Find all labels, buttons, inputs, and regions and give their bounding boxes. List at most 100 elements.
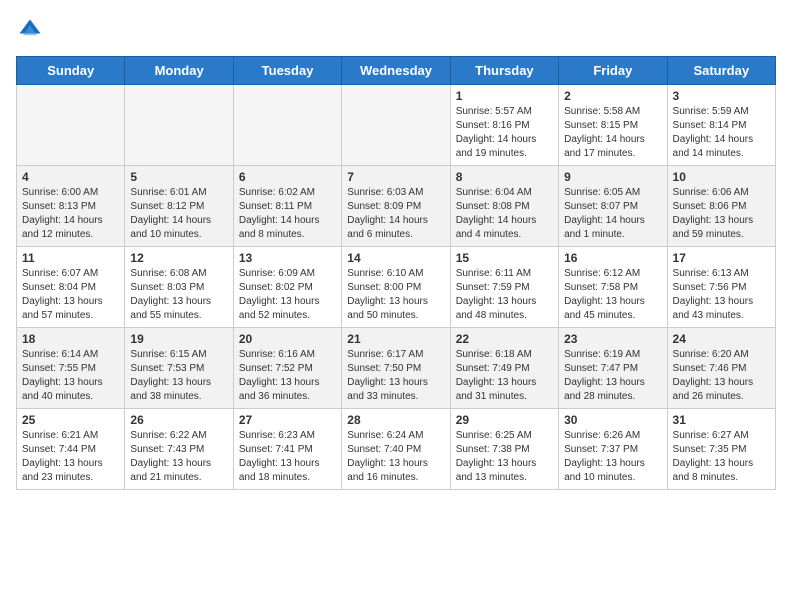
day-info: Sunrise: 5:59 AM Sunset: 8:14 PM Dayligh… (673, 105, 770, 161)
day-info: Sunrise: 6:08 AM Sunset: 8:03 PM Dayligh… (130, 267, 227, 323)
day-number: 20 (239, 332, 336, 346)
calendar-week-row: 25Sunrise: 6:21 AM Sunset: 7:44 PM Dayli… (17, 409, 776, 490)
day-number: 22 (456, 332, 553, 346)
calendar-day-cell: 8Sunrise: 6:04 AM Sunset: 8:08 PM Daylig… (450, 166, 558, 247)
day-number: 6 (239, 170, 336, 184)
day-number: 14 (347, 251, 444, 265)
day-number: 21 (347, 332, 444, 346)
weekday-header: Sunday (17, 57, 125, 85)
day-number: 30 (564, 413, 661, 427)
calendar-day-cell: 20 Sunrise: 6:16 AM Sunset: 7:52 PM Dayli… (233, 328, 341, 409)
calendar-day-cell: 23Sunrise: 6:19 AM Sunset: 7:47 PM Dayli… (559, 328, 667, 409)
day-info: Sunrise: 6:00 AM Sunset: 8:13 PM Dayligh… (22, 186, 119, 242)
calendar-week-row: 1 Sunrise: 5:57 AM Sunset: 8:16 PM Daylig… (17, 85, 776, 166)
weekday-header: Tuesday (233, 57, 341, 85)
day-info: Sunrise: 6:23 AM Sunset: 7:41 PM Dayligh… (239, 429, 336, 485)
weekday-header: Saturday (667, 57, 775, 85)
day-number: 24 (673, 332, 770, 346)
day-number: 12 (130, 251, 227, 265)
calendar-day-cell: 31 Sunrise: 6:27 AM Sunset: 7:35 PM Dayli… (667, 409, 775, 490)
day-info: Sunrise: 6:21 AM Sunset: 7:44 PM Dayligh… (22, 429, 119, 485)
day-info: Sunrise: 6:06 AM Sunset: 8:06 PM Dayligh… (673, 186, 770, 242)
calendar-day-cell: 30 Sunrise: 6:26 AM Sunset: 7:37 PM Dayli… (559, 409, 667, 490)
day-info: Sunrise: 6:01 AM Sunset: 8:12 PM Dayligh… (130, 186, 227, 242)
calendar-day-cell: 5 Sunrise: 6:01 AM Sunset: 8:12 PM Daylig… (125, 166, 233, 247)
calendar-day-cell (125, 85, 233, 166)
day-info: Sunrise: 6:17 AM Sunset: 7:50 PM Dayligh… (347, 348, 444, 404)
page-header (16, 16, 776, 44)
calendar-day-cell: 11 Sunrise: 6:07 AM Sunset: 8:04 PM Dayli… (17, 247, 125, 328)
day-info: Sunrise: 6:12 AM Sunset: 7:58 PM Dayligh… (564, 267, 661, 323)
calendar-table: SundayMondayTuesdayWednesdayThursdayFrid… (16, 56, 776, 490)
day-number: 29 (456, 413, 553, 427)
day-number: 3 (673, 89, 770, 103)
calendar-day-cell: 6 Sunrise: 6:02 AM Sunset: 8:11 PM Daylig… (233, 166, 341, 247)
day-number: 26 (130, 413, 227, 427)
day-number: 28 (347, 413, 444, 427)
day-number: 11 (22, 251, 119, 265)
day-info: Sunrise: 6:13 AM Sunset: 7:56 PM Dayligh… (673, 267, 770, 323)
day-number: 16 (564, 251, 661, 265)
day-info: Sunrise: 6:09 AM Sunset: 8:02 PM Dayligh… (239, 267, 336, 323)
day-info: Sunrise: 6:20 AM Sunset: 7:46 PM Dayligh… (673, 348, 770, 404)
weekday-header: Thursday (450, 57, 558, 85)
day-info: Sunrise: 6:03 AM Sunset: 8:09 PM Dayligh… (347, 186, 444, 242)
day-info: Sunrise: 6:14 AM Sunset: 7:55 PM Dayligh… (22, 348, 119, 404)
calendar-day-cell: 19 Sunrise: 6:15 AM Sunset: 7:53 PM Dayli… (125, 328, 233, 409)
day-info: Sunrise: 6:10 AM Sunset: 8:00 PM Dayligh… (347, 267, 444, 323)
day-number: 19 (130, 332, 227, 346)
calendar-header: SundayMondayTuesdayWednesdayThursdayFrid… (17, 57, 776, 85)
calendar-day-cell: 27 Sunrise: 6:23 AM Sunset: 7:41 PM Dayli… (233, 409, 341, 490)
day-info: Sunrise: 6:26 AM Sunset: 7:37 PM Dayligh… (564, 429, 661, 485)
calendar-day-cell: 21 Sunrise: 6:17 AM Sunset: 7:50 PM Dayli… (342, 328, 450, 409)
calendar-day-cell: 17 Sunrise: 6:13 AM Sunset: 7:56 PM Dayli… (667, 247, 775, 328)
weekday-row: SundayMondayTuesdayWednesdayThursdayFrid… (17, 57, 776, 85)
day-info: Sunrise: 6:18 AM Sunset: 7:49 PM Dayligh… (456, 348, 553, 404)
day-number: 17 (673, 251, 770, 265)
day-info: Sunrise: 6:02 AM Sunset: 8:11 PM Dayligh… (239, 186, 336, 242)
day-number: 23 (564, 332, 661, 346)
day-info: Sunrise: 6:27 AM Sunset: 7:35 PM Dayligh… (673, 429, 770, 485)
calendar-day-cell: 1 Sunrise: 5:57 AM Sunset: 8:16 PM Daylig… (450, 85, 558, 166)
day-number: 15 (456, 251, 553, 265)
calendar-day-cell: 9Sunrise: 6:05 AM Sunset: 8:07 PM Daylig… (559, 166, 667, 247)
calendar-day-cell (342, 85, 450, 166)
day-info: Sunrise: 6:11 AM Sunset: 7:59 PM Dayligh… (456, 267, 553, 323)
day-info: Sunrise: 6:16 AM Sunset: 7:52 PM Dayligh… (239, 348, 336, 404)
calendar-day-cell: 7 Sunrise: 6:03 AM Sunset: 8:09 PM Daylig… (342, 166, 450, 247)
day-number: 7 (347, 170, 444, 184)
logo-icon (16, 16, 44, 44)
day-info: Sunrise: 6:05 AM Sunset: 8:07 PM Dayligh… (564, 186, 661, 242)
day-number: 18 (22, 332, 119, 346)
calendar-day-cell: 28 Sunrise: 6:24 AM Sunset: 7:40 PM Dayli… (342, 409, 450, 490)
calendar-day-cell: 24 Sunrise: 6:20 AM Sunset: 7:46 PM Dayli… (667, 328, 775, 409)
weekday-header: Friday (559, 57, 667, 85)
day-number: 1 (456, 89, 553, 103)
weekday-header: Wednesday (342, 57, 450, 85)
day-number: 8 (456, 170, 553, 184)
day-number: 31 (673, 413, 770, 427)
day-number: 5 (130, 170, 227, 184)
day-info: Sunrise: 5:57 AM Sunset: 8:16 PM Dayligh… (456, 105, 553, 161)
calendar-day-cell: 22 Sunrise: 6:18 AM Sunset: 7:49 PM Dayli… (450, 328, 558, 409)
day-number: 13 (239, 251, 336, 265)
day-number: 4 (22, 170, 119, 184)
calendar-day-cell: 18 Sunrise: 6:14 AM Sunset: 7:55 PM Dayli… (17, 328, 125, 409)
calendar-day-cell: 3 Sunrise: 5:59 AM Sunset: 8:14 PM Daylig… (667, 85, 775, 166)
calendar-day-cell (17, 85, 125, 166)
calendar-day-cell: 13 Sunrise: 6:09 AM Sunset: 8:02 PM Dayli… (233, 247, 341, 328)
calendar-day-cell (233, 85, 341, 166)
day-info: Sunrise: 6:15 AM Sunset: 7:53 PM Dayligh… (130, 348, 227, 404)
calendar-day-cell: 15 Sunrise: 6:11 AM Sunset: 7:59 PM Dayli… (450, 247, 558, 328)
day-info: Sunrise: 6:07 AM Sunset: 8:04 PM Dayligh… (22, 267, 119, 323)
calendar-day-cell: 16 Sunrise: 6:12 AM Sunset: 7:58 PM Dayli… (559, 247, 667, 328)
day-info: Sunrise: 6:24 AM Sunset: 7:40 PM Dayligh… (347, 429, 444, 485)
calendar-day-cell: 12 Sunrise: 6:08 AM Sunset: 8:03 PM Dayli… (125, 247, 233, 328)
day-number: 27 (239, 413, 336, 427)
logo (16, 16, 48, 44)
day-info: Sunrise: 6:22 AM Sunset: 7:43 PM Dayligh… (130, 429, 227, 485)
day-info: Sunrise: 5:58 AM Sunset: 8:15 PM Dayligh… (564, 105, 661, 161)
calendar-week-row: 18 Sunrise: 6:14 AM Sunset: 7:55 PM Dayli… (17, 328, 776, 409)
day-number: 10 (673, 170, 770, 184)
calendar-week-row: 11 Sunrise: 6:07 AM Sunset: 8:04 PM Dayli… (17, 247, 776, 328)
